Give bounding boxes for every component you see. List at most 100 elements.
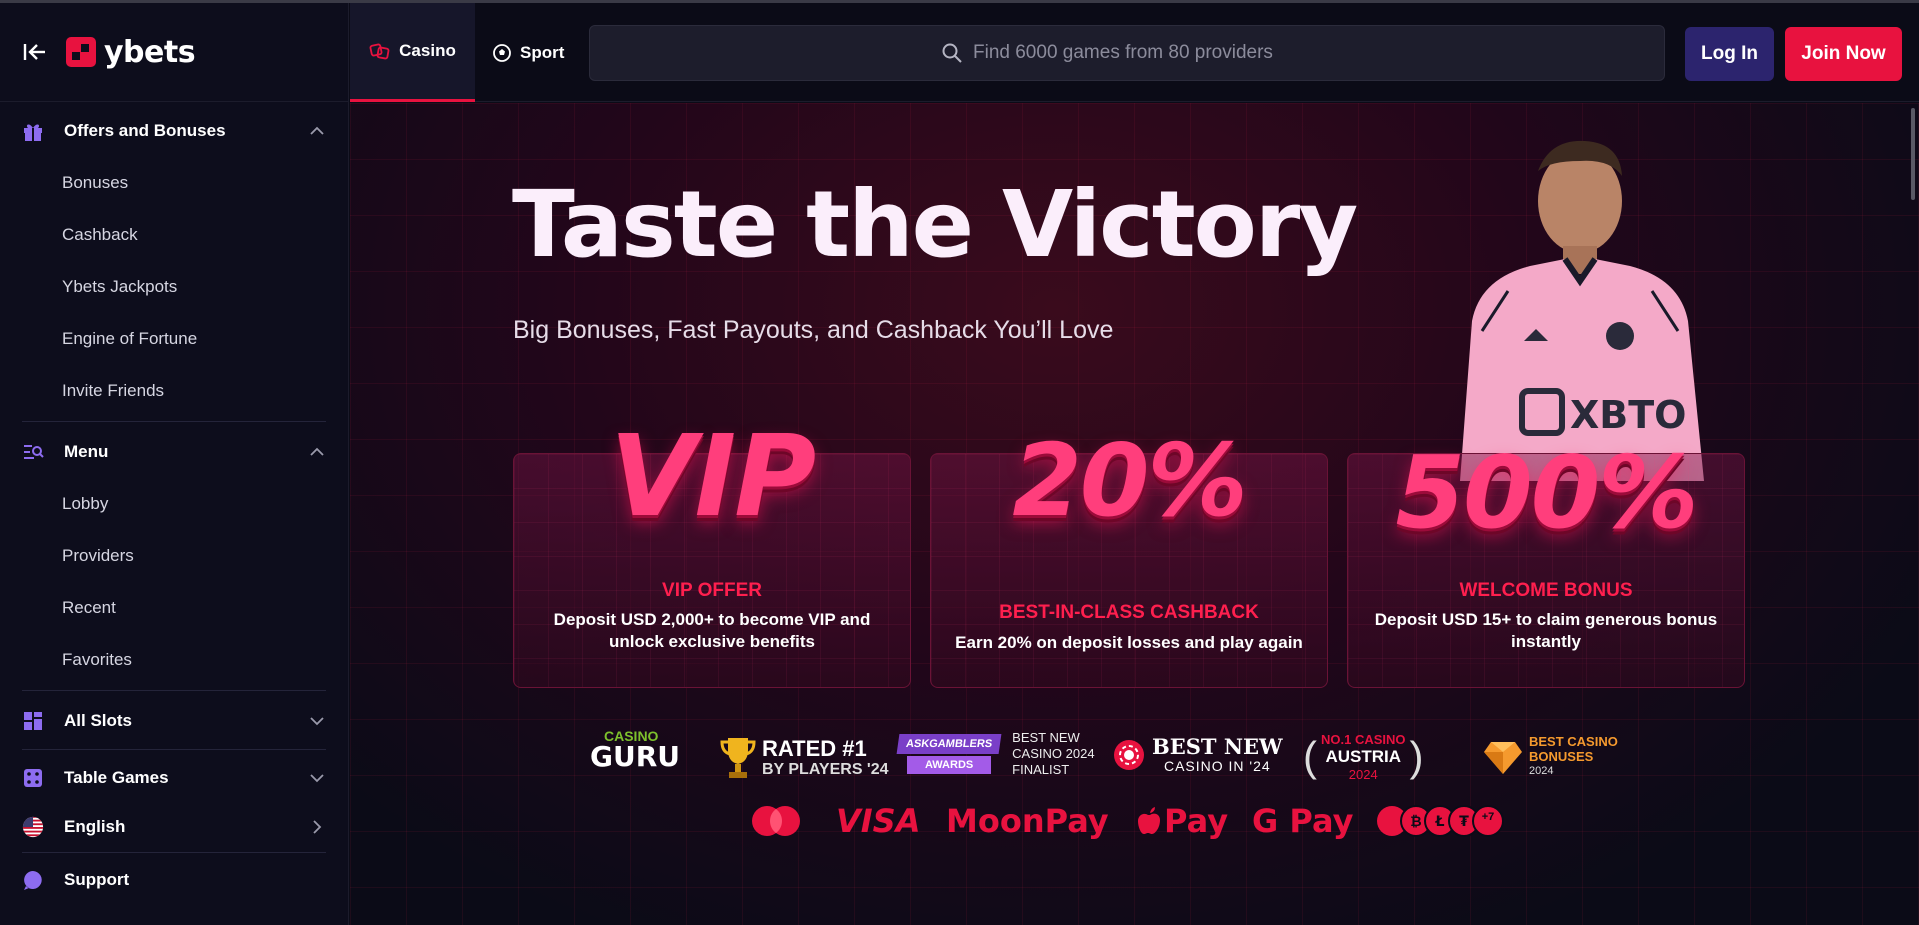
us-flag-icon (22, 816, 44, 838)
best-new-casino-award: BEST NEW CASINO IN '24 (1112, 736, 1283, 774)
app-root: ybets Offers and Bonuses Bonuses Cashbac… (0, 0, 1919, 925)
austria-line1: NO.1 CASINO (1321, 732, 1406, 747)
gift-icon (22, 120, 44, 142)
poker-chip-icon (1114, 740, 1144, 770)
promo-card-cashback[interactable]: 20% BEST-IN-CLASS CASHBACK Earn 20% on d… (930, 422, 1328, 688)
main-content: Taste the Victory Big Bonuses, Fast Payo… (350, 103, 1919, 925)
svg-text:₮: ₮ (1459, 814, 1469, 830)
sidebar-header: ybets (0, 3, 348, 102)
chevron-up-icon (310, 447, 324, 456)
chevron-up-icon (310, 126, 324, 135)
chevron-right-icon (313, 820, 322, 834)
divider (22, 852, 326, 853)
moonpay-logo: MoonPay (946, 802, 1109, 840)
table-games-header[interactable]: Table Games (22, 752, 326, 804)
trophy-icon (720, 738, 756, 778)
sidebar-item-engine-of-fortune[interactable]: Engine of Fortune (22, 313, 326, 365)
hero-title: Taste the Victory (512, 171, 1358, 278)
austria-line2: AUSTRIA (1325, 747, 1402, 766)
chat-bubble-icon (22, 869, 44, 891)
best-new-line2: CASINO IN '24 (1163, 758, 1271, 774)
askgamblers-awards-badge: AWARDS (906, 756, 992, 774)
promo-card-welcome[interactable]: 500% WELCOME BONUS Deposit USD 15+ to cl… (1347, 434, 1745, 688)
crypto-more-count: +7 (1481, 811, 1495, 823)
card-label: VIP OFFER (662, 580, 762, 601)
laurel-right-icon: ) (1409, 733, 1424, 780)
sidebar-item-invite-friends[interactable]: Invite Friends (22, 365, 326, 417)
support-label: Support (64, 870, 130, 889)
sidebar-item-cashback[interactable]: Cashback (22, 209, 326, 261)
askgamblers-text1: BEST NEW (1012, 730, 1080, 745)
cashback-headline: 20% (1012, 422, 1247, 539)
all-slots-header[interactable]: All Slots (22, 695, 326, 747)
search-input[interactable] (973, 42, 1313, 64)
table-games-label: Table Games (64, 768, 169, 787)
support-link[interactable]: Support (22, 855, 326, 905)
tab-casino-label: Casino (399, 41, 456, 60)
svg-text:₿: ₿ (1410, 814, 1421, 830)
sidebar-item-bonuses[interactable]: Bonuses (22, 157, 326, 209)
austria-line3: 2024 (1348, 767, 1378, 782)
apple-pay-logo: Pay (1138, 798, 1228, 844)
casino-guru-bottom: GURU (590, 740, 681, 773)
tab-sport-label: Sport (520, 42, 565, 62)
rated-line2: BY PLAYERS '24 (762, 761, 889, 778)
austria-award: ( NO.1 CASINO AUSTRIA 2024 ) (1303, 732, 1424, 782)
collapse-sidebar-icon[interactable] (22, 39, 48, 65)
language-label: English (64, 817, 126, 836)
sidebar-item-providers[interactable]: Providers (22, 530, 326, 582)
bonuses-line2: BONUSES (1529, 749, 1594, 764)
sidebar-item-favorites[interactable]: Favorites (22, 634, 326, 686)
logo-mark-icon (66, 37, 96, 67)
sidebar-item-jackpots[interactable]: Ybets Jackpots (22, 261, 326, 313)
rated-number-one-award: RATED #1 BY PLAYERS '24 (720, 736, 889, 780)
menu-section-header[interactable]: Menu (22, 426, 326, 478)
join-now-button[interactable]: Join Now (1785, 27, 1902, 81)
game-search[interactable] (589, 25, 1665, 81)
bonuses-line1: BEST CASINO (1529, 734, 1618, 749)
search-icon (942, 43, 962, 63)
card-description: Earn 20% on deposit losses and play agai… (955, 633, 1303, 652)
card-label: BEST-IN-CLASS CASHBACK (999, 602, 1259, 623)
divider (22, 421, 326, 422)
casino-chips-icon (369, 41, 391, 61)
card-description: Deposit USD 15+ to claim generous bonus … (1374, 610, 1718, 651)
chevron-down-icon (310, 717, 324, 726)
svg-text:XBTO: XBTO (1570, 393, 1687, 437)
bonuses-line3: 2024 (1529, 765, 1554, 777)
tab-casino[interactable]: Casino (350, 3, 475, 102)
card-description: Deposit USD 2,000+ to become VIP and unl… (553, 610, 871, 651)
apple-pay-text: Pay (1164, 802, 1229, 840)
divider (22, 690, 326, 691)
askgamblers-text2: CASINO 2024 (1012, 746, 1095, 761)
apple-icon (1138, 807, 1160, 834)
soccer-ball-icon (492, 43, 512, 63)
tab-sport[interactable]: Sport (492, 3, 564, 102)
rated-line1: RATED #1 (762, 736, 867, 761)
dice-icon (22, 767, 44, 789)
language-selector[interactable]: English (22, 804, 326, 850)
divider (22, 749, 326, 750)
offers-section-label: Offers and Bonuses (64, 121, 226, 140)
grid-icon (22, 710, 44, 732)
sidebar-item-lobby[interactable]: Lobby (22, 478, 326, 530)
askgamblers-badge: ASKGAMBLERS (896, 734, 1002, 754)
topbar: Casino Sport Log In Join Now (350, 3, 1919, 102)
brand-logo[interactable]: ybets (66, 35, 196, 70)
welcome-headline: 500% (1395, 434, 1699, 551)
login-button[interactable]: Log In (1685, 27, 1774, 81)
chevron-down-icon (310, 774, 324, 783)
sidebar: ybets Offers and Bonuses Bonuses Cashbac… (0, 3, 349, 925)
sidebar-item-recent[interactable]: Recent (22, 582, 326, 634)
offers-section-header[interactable]: Offers and Bonuses (22, 105, 326, 157)
mastercard-logo (748, 798, 804, 844)
casino-guru-award: CASINO GURU (590, 728, 681, 773)
scrollbar[interactable] (1911, 108, 1915, 200)
menu-search-icon (22, 441, 44, 463)
google-pay-logo: G Pay (1252, 802, 1354, 840)
promo-card-vip[interactable]: VIP VIP OFFER Deposit USD 2,000+ to beco… (513, 412, 911, 688)
laurel-left-icon: ( (1303, 733, 1317, 780)
menu-section-label: Menu (64, 442, 109, 461)
awards-row: CASINO GURU RATED #1 BY PLAYERS '24 ASKG… (590, 728, 1690, 788)
visa-logo: VISA (836, 802, 921, 840)
